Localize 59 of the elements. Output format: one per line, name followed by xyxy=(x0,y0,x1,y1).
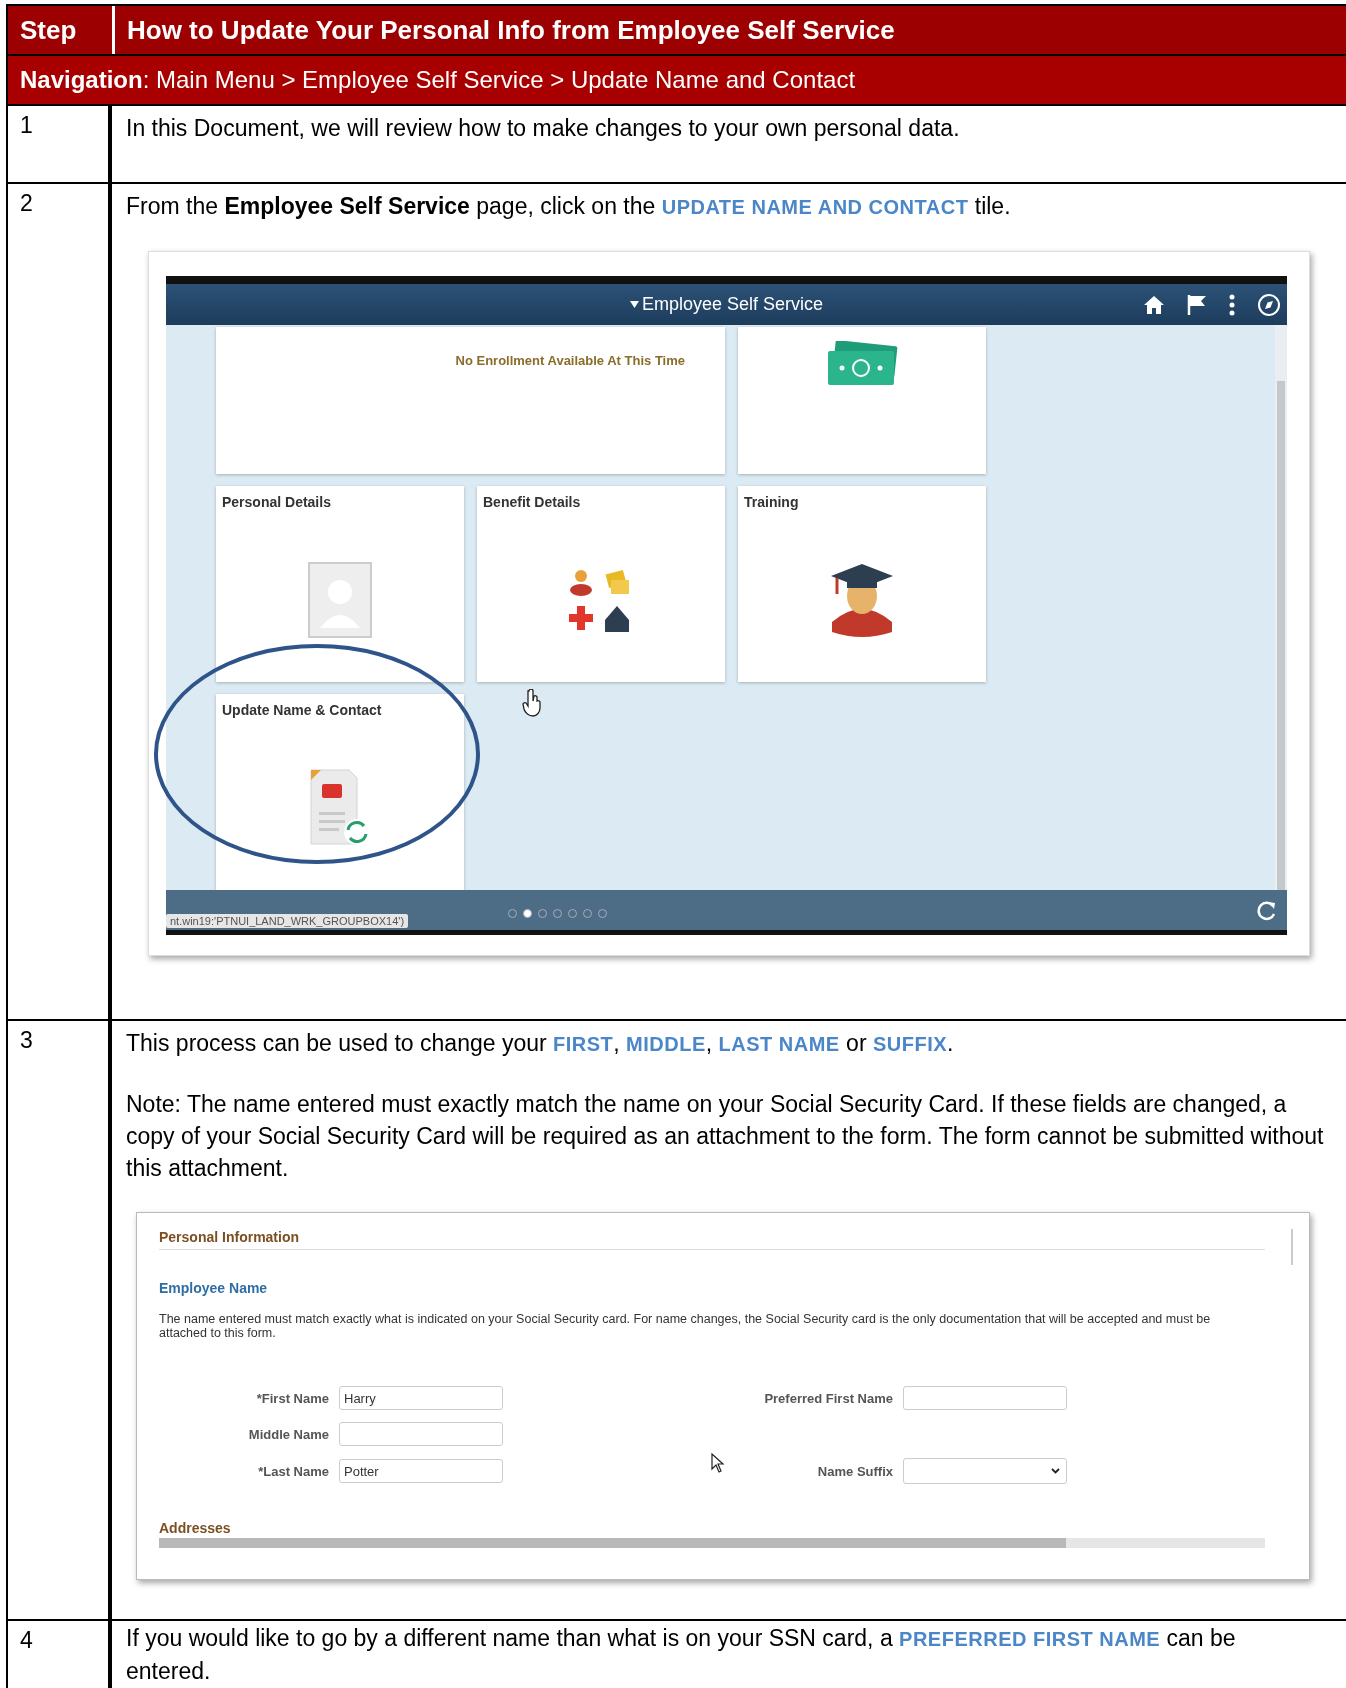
field-label: Preferred First Name xyxy=(764,1390,893,1406)
column-heading: Step xyxy=(19,14,78,46)
subsection-heading: Employee Name xyxy=(159,1280,269,1296)
scrollbar[interactable] xyxy=(1291,1229,1293,1265)
tile[interactable]: Personal Details xyxy=(216,486,464,683)
step-text: This process can be used to change your FIRST, MIDDLE, LAST NAME or SUFFIX. xyxy=(126,1029,955,1058)
page-dot[interactable] xyxy=(523,909,533,919)
tile[interactable] xyxy=(738,327,986,475)
step-number: 1 xyxy=(20,112,33,138)
page-dot[interactable] xyxy=(583,909,593,919)
caret-icon xyxy=(1051,1468,1060,1474)
status-text: nt.win19:'PTNUI_LAND_WRK_GROUPBOX14') xyxy=(166,914,409,929)
input-field[interactable] xyxy=(339,1422,503,1446)
section-heading: Personal Information xyxy=(159,1229,300,1245)
step-text: Note: The name entered must exactly match the name on your Social Security Card. If these fields are changed, a copy of your Social Security Card will be required as an attachment to the form. The form cannot be submitted without this attachment. xyxy=(126,1090,1325,1183)
tile-title: Update Name & Contact xyxy=(221,701,383,721)
avatar-placeholder-icon xyxy=(308,562,372,639)
caret-icon[interactable] xyxy=(629,301,639,309)
input-field[interactable] xyxy=(903,1386,1067,1410)
navigation-path: Navigation: Main Menu > Employee Self Service > Update Name and Contact xyxy=(20,66,856,94)
tile[interactable]: No Enrollment Available At This Time xyxy=(216,327,725,475)
tile[interactable]: Training xyxy=(738,486,986,683)
field-label: *First Name xyxy=(256,1390,329,1406)
section-heading: Addresses xyxy=(159,1520,232,1536)
tile-message: No Enrollment Available At This Time xyxy=(455,353,685,369)
page-dot[interactable] xyxy=(568,909,578,919)
pointer-cursor-icon xyxy=(711,1453,725,1473)
input-field[interactable]: Potter xyxy=(339,1459,503,1483)
tile-title: Benefit Details xyxy=(482,493,582,513)
step-text: From the Employee Self Service page, click on the UPDATE NAME AND CONTACT tile. xyxy=(126,192,1012,221)
more-icon[interactable] xyxy=(1229,293,1235,316)
step-number: 3 xyxy=(20,1027,33,1053)
note-text: The name entered must match exactly what is indicated on your Social Security card. For name changes, the Social Security card is the only documentation that will be accepted and must be attached to this form. xyxy=(159,1312,1212,1340)
tile-title: Personal Details xyxy=(221,493,332,513)
scrollbar[interactable] xyxy=(159,1538,1265,1548)
field-label: Middle Name xyxy=(248,1426,329,1442)
hand-cursor-icon xyxy=(522,689,544,718)
step-text: In this Document, we will review how to make changes to your own personal data. xyxy=(126,114,961,143)
input-field[interactable]: Harry xyxy=(339,1386,503,1410)
tile-title: Training xyxy=(743,493,800,513)
page-dot[interactable] xyxy=(538,909,548,919)
compass-icon[interactable] xyxy=(1257,292,1281,317)
page-dot[interactable] xyxy=(598,909,608,919)
flag-icon[interactable] xyxy=(1187,293,1207,316)
page-title[interactable]: Employee Self Service xyxy=(641,294,824,316)
page-dot[interactable] xyxy=(553,909,563,919)
tile[interactable]: Benefit Details xyxy=(477,486,725,683)
select-field[interactable] xyxy=(903,1458,1067,1484)
field-label: Name Suffix xyxy=(817,1463,893,1479)
step-text: If you would like to go by a different name than what is on your SSN card, a PREFERRED FIRST NAME can be entered. xyxy=(126,1624,1237,1686)
step-number: 2 xyxy=(20,190,33,216)
tile[interactable]: Update Name & Contact xyxy=(216,694,464,891)
page-dot[interactable] xyxy=(508,909,518,919)
refresh-icon[interactable] xyxy=(1255,900,1277,923)
field-label: *Last Name xyxy=(258,1463,329,1479)
home-icon[interactable] xyxy=(1143,294,1165,315)
document-title: How to Update Your Personal Info from Employee Self Service xyxy=(127,14,895,46)
step-number: 4 xyxy=(20,1627,33,1653)
scrollbar[interactable] xyxy=(1275,325,1287,891)
